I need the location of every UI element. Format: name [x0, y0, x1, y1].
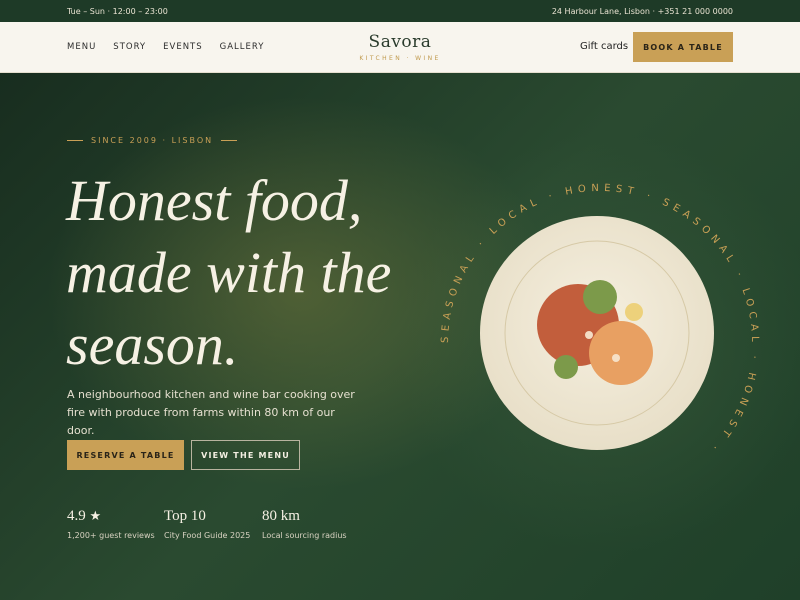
- eyebrow-text: SINCE 2009 · LISBON: [91, 136, 214, 145]
- food-citrus: [625, 303, 643, 321]
- hero-section: SINCE 2009 · LISBON Honest food, made wi…: [0, 73, 800, 600]
- nav-link-menu[interactable]: MENU: [67, 42, 96, 52]
- headline-line-2: made with the: [66, 240, 392, 305]
- stat-sourcing: 80 km Local sourcing radius: [262, 508, 347, 540]
- nav-links: MENU STORY EVENTS GALLERY: [67, 42, 264, 52]
- rating-value: 4.9: [67, 508, 86, 524]
- eyebrow-line-right: [221, 140, 238, 141]
- food-squash: [589, 321, 653, 385]
- ranking-value: Top 10: [164, 508, 206, 524]
- nav-link-story[interactable]: STORY: [113, 42, 146, 52]
- ranking-label: City Food Guide 2025: [164, 531, 251, 540]
- reserve-table-button[interactable]: RESERVE A TABLE: [67, 440, 184, 470]
- sourcing-value: 80 km: [262, 508, 300, 524]
- address-phone: 24 Harbour Lane, Lisbon · +351 21 000 00…: [551, 7, 733, 16]
- book-table-button[interactable]: BOOK A TABLE: [633, 32, 733, 62]
- main-navigation: MENU STORY EVENTS GALLERY Savora KITCHEN…: [0, 22, 800, 73]
- brand-tagline: KITCHEN · WINE: [359, 55, 441, 62]
- hero-eyebrow: SINCE 2009 · LISBON: [67, 136, 238, 145]
- stat-ranking: Top 10 City Food Guide 2025: [164, 508, 250, 540]
- headline-line-3: season.: [66, 312, 239, 377]
- view-menu-button[interactable]: VIEW THE MENU: [191, 440, 300, 470]
- stat-rating: 4.9 ★ 1,200+ guest reviews: [67, 508, 155, 540]
- plate-illustration: SEASONAL · LOCAL · HONEST · SEASONAL · L…: [440, 183, 755, 456]
- food-garnish-1: [585, 331, 593, 339]
- nav-link-events[interactable]: EVENTS: [163, 42, 203, 52]
- rating-label: 1,200+ guest reviews: [67, 531, 155, 540]
- brand-logo[interactable]: Savora KITCHEN · WINE: [350, 32, 450, 62]
- gift-cards-link[interactable]: Gift cards: [580, 41, 628, 52]
- nav-link-gallery[interactable]: GALLERY: [220, 42, 265, 52]
- headline-line-1: Honest food,: [66, 168, 363, 233]
- top-info-bar: Tue – Sun · 12:00 – 23:00 24 Harbour Lan…: [0, 0, 800, 22]
- hero-headline: Honest food, made with the season.: [66, 165, 446, 381]
- food-herb-top: [583, 280, 617, 314]
- eyebrow-line-left: [67, 140, 83, 141]
- opening-hours: Tue – Sun · 12:00 – 23:00: [67, 7, 168, 16]
- brand-name: Savora: [368, 32, 432, 52]
- hero-description: A neighbourhood kitchen and wine bar coo…: [67, 388, 355, 437]
- sourcing-label: Local sourcing radius: [262, 531, 347, 540]
- food-herb-bottom: [554, 355, 578, 379]
- star-icon: ★: [89, 508, 102, 523]
- food-garnish-2: [612, 354, 620, 362]
